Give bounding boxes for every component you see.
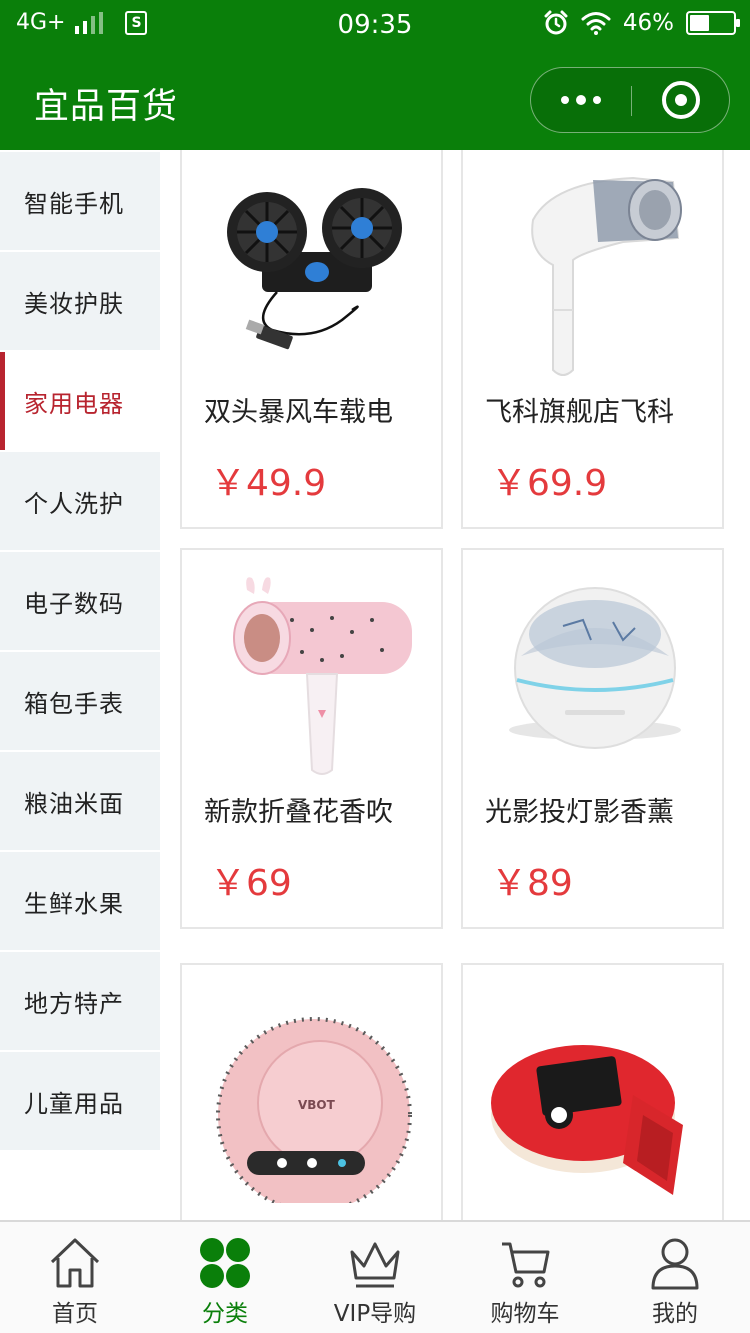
page-title: 宜品百货 xyxy=(34,87,179,127)
sidebar-item-smartphones[interactable]: 智能手机 xyxy=(0,152,160,250)
sidebar-item-electronics[interactable]: 电子数码 xyxy=(0,552,160,650)
nav-bar: 宜品百货 xyxy=(0,52,750,150)
product-price: ￥89 xyxy=(491,863,573,904)
sidebar-item-label: 粮油米面 xyxy=(24,789,124,818)
hair-dryer-image xyxy=(531,176,682,376)
crown-icon xyxy=(350,1242,400,1288)
product-price: ￥69 xyxy=(210,863,292,904)
wifi-icon xyxy=(581,12,611,35)
tab-category[interactable]: 分类 xyxy=(150,1222,300,1333)
tab-cart[interactable]: 购物车 xyxy=(450,1222,600,1333)
product-card[interactable]: 双头暴风车载电 ￥49.9 xyxy=(180,150,443,529)
product-name: 光影投灯影香薰 xyxy=(485,797,674,828)
sidebar-item-kids[interactable]: 儿童用品 xyxy=(0,1052,160,1150)
sidebar-item-local-specialties[interactable]: 地方特产 xyxy=(0,952,160,1050)
tab-label: VIP导购 xyxy=(333,1301,417,1327)
battery-icon xyxy=(686,11,740,35)
alarm-icon xyxy=(544,10,568,35)
product-card[interactable]: VBOT xyxy=(180,963,443,1220)
tab-mine[interactable]: 我的 xyxy=(600,1222,750,1333)
aroma-diffuser-image xyxy=(509,587,681,749)
sidebar-item-personal-care[interactable]: 个人洗护 xyxy=(0,452,160,550)
more-menu-button[interactable] xyxy=(531,68,631,132)
sidebar-item-label: 智能手机 xyxy=(24,189,124,218)
vacuum-brand-text: VBOT xyxy=(298,1098,336,1112)
robot-vacuum-image: VBOT xyxy=(216,1017,412,1203)
product-card[interactable]: 新款折叠花香吹 ￥69 xyxy=(180,548,443,929)
sidebar-item-label: 地方特产 xyxy=(24,989,124,1018)
sidebar-item-label: 儿童用品 xyxy=(24,1089,124,1118)
product-card[interactable] xyxy=(461,963,724,1220)
sidebar-item-label: 家用电器 xyxy=(24,389,124,418)
dot-icon xyxy=(576,95,586,105)
tab-label: 分类 xyxy=(202,1301,248,1327)
car-fan-image xyxy=(227,188,402,350)
sidebar-item-label: 美妆护肤 xyxy=(24,289,124,318)
battery-fill xyxy=(690,15,709,31)
target-icon xyxy=(662,81,700,119)
sidebar-item-label: 生鲜水果 xyxy=(24,889,124,918)
product-card[interactable]: 光影投灯影香薰 ￥89 xyxy=(461,548,724,929)
product-name: 双头暴风车载电 xyxy=(204,397,393,428)
sidebar-item-label: 电子数码 xyxy=(24,589,124,618)
product-name xyxy=(485,1205,705,1220)
sidebar-item-label: 箱包手表 xyxy=(24,689,124,718)
dot-icon xyxy=(593,96,601,104)
pink-hair-dryer-image xyxy=(233,577,412,775)
dot-icon xyxy=(561,96,569,104)
red-device-image xyxy=(491,1045,683,1195)
sidebar-item-fresh-fruit[interactable]: 生鲜水果 xyxy=(0,852,160,950)
category-icon xyxy=(200,1238,250,1288)
tab-label: 我的 xyxy=(652,1301,698,1327)
product-name: 飞科旗舰店飞科 xyxy=(485,397,674,428)
tab-label: 购物车 xyxy=(490,1301,560,1327)
mini-program-capsule xyxy=(530,67,730,133)
tab-vip[interactable]: VIP导购 xyxy=(300,1222,450,1333)
user-icon xyxy=(651,1238,699,1290)
cart-icon xyxy=(502,1242,550,1288)
home-icon xyxy=(50,1238,100,1288)
sidebar-item-beauty[interactable]: 美妆护肤 xyxy=(0,252,160,350)
status-bar: 4G+ S 09:35 46% xyxy=(0,0,750,52)
product-name: 新款折叠花香吹 xyxy=(204,797,393,828)
battery-percent: 46% xyxy=(622,10,674,36)
product-grid: 双头暴风车载电 ￥49.9 飞科旗舰店飞科 ￥69.9 新款折叠花香吹 ￥69 xyxy=(160,150,750,1220)
product-card[interactable]: 飞科旗舰店飞科 ￥69.9 xyxy=(461,150,724,529)
sidebar-item-grain-oil[interactable]: 粮油米面 xyxy=(0,752,160,850)
tab-label: 首页 xyxy=(52,1301,98,1327)
sidebar-item-label: 个人洗护 xyxy=(24,489,124,518)
product-price: ￥49.9 xyxy=(210,463,327,504)
tab-home[interactable]: 首页 xyxy=(0,1222,150,1333)
sidebar-item-bags-watches[interactable]: 箱包手表 xyxy=(0,652,160,750)
product-price: ￥69.9 xyxy=(491,463,608,504)
close-mini-program-button[interactable] xyxy=(631,68,731,132)
bottom-tab-bar: 首页 分类 VIP导购 购物车 我的 xyxy=(0,1220,750,1333)
product-name xyxy=(204,1205,424,1220)
sidebar-item-appliances[interactable]: 家用电器 xyxy=(0,352,160,450)
category-sidebar: 智能手机 美妆护肤 家用电器 个人洗护 电子数码 箱包手表 粮油米面 生鲜水果 … xyxy=(0,152,160,1152)
